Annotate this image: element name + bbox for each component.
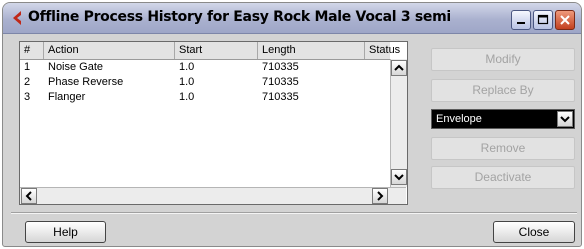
column-header-status[interactable]: Status bbox=[365, 42, 400, 59]
replace-by-button[interactable]: Replace By bbox=[431, 79, 575, 102]
minimize-icon bbox=[517, 22, 525, 24]
dropdown-arrow[interactable] bbox=[557, 111, 573, 127]
help-button[interactable]: Help bbox=[25, 221, 106, 243]
horizontal-scrollbar[interactable] bbox=[20, 187, 406, 204]
chevron-left-icon bbox=[25, 191, 32, 201]
row-start: 1.0 bbox=[179, 76, 195, 88]
row-length: 710335 bbox=[262, 61, 299, 73]
table-row[interactable]: 3 Flanger 1.0 710335 bbox=[20, 90, 390, 105]
chevron-down-icon bbox=[560, 116, 570, 123]
dialog-window: Offline Process History for Easy Rock Ma… bbox=[2, 2, 582, 247]
close-button[interactable]: Close bbox=[493, 221, 575, 243]
replace-by-select-value: Envelope bbox=[436, 113, 482, 125]
close-window-button[interactable] bbox=[555, 10, 575, 30]
minimize-button[interactable] bbox=[511, 10, 531, 30]
scroll-right-button[interactable] bbox=[372, 188, 388, 204]
table-body: 1 Noise Gate 1.0 710335 2 Phase Reverse … bbox=[20, 60, 390, 105]
window-title: Offline Process History for Easy Rock Ma… bbox=[28, 9, 451, 25]
title-bar[interactable]: Offline Process History for Easy Rock Ma… bbox=[3, 3, 581, 34]
process-history-list[interactable]: # Action Start Length Status 1 Noise Gat… bbox=[19, 41, 408, 205]
table-header: # Action Start Length Status bbox=[20, 42, 400, 60]
vertical-scrollbar[interactable] bbox=[390, 59, 407, 187]
column-header-action[interactable]: Action bbox=[44, 42, 175, 59]
remove-button[interactable]: Remove bbox=[431, 137, 575, 160]
row-number: 1 bbox=[24, 61, 31, 73]
modify-button[interactable]: Modify bbox=[431, 48, 575, 71]
chevron-right-icon bbox=[377, 191, 384, 201]
row-action: Noise Gate bbox=[48, 61, 104, 73]
maximize-icon bbox=[537, 14, 549, 25]
column-header-length[interactable]: Length bbox=[258, 42, 365, 59]
row-length: 710335 bbox=[262, 76, 299, 88]
deactivate-button[interactable]: Deactivate bbox=[431, 166, 575, 189]
chevron-down-icon bbox=[394, 174, 404, 181]
app-logo-icon bbox=[10, 10, 24, 26]
row-length: 710335 bbox=[262, 91, 299, 103]
row-start: 1.0 bbox=[179, 91, 195, 103]
replace-by-select[interactable]: Envelope bbox=[431, 109, 575, 129]
row-action: Phase Reverse bbox=[48, 76, 124, 88]
scroll-up-button[interactable] bbox=[391, 60, 407, 76]
scroll-down-button[interactable] bbox=[391, 169, 407, 185]
close-icon bbox=[560, 15, 570, 25]
chevron-up-icon bbox=[394, 64, 404, 71]
maximize-button[interactable] bbox=[533, 10, 553, 30]
row-number: 2 bbox=[24, 76, 31, 88]
row-start: 1.0 bbox=[179, 61, 195, 73]
column-header-start[interactable]: Start bbox=[175, 42, 258, 59]
column-header-number[interactable]: # bbox=[20, 42, 44, 59]
footer-divider bbox=[11, 212, 577, 214]
table-row[interactable]: 1 Noise Gate 1.0 710335 bbox=[20, 60, 390, 75]
scroll-left-button[interactable] bbox=[21, 188, 37, 204]
table-row[interactable]: 2 Phase Reverse 1.0 710335 bbox=[20, 75, 390, 90]
row-number: 3 bbox=[24, 91, 31, 103]
row-action: Flanger bbox=[48, 91, 86, 103]
